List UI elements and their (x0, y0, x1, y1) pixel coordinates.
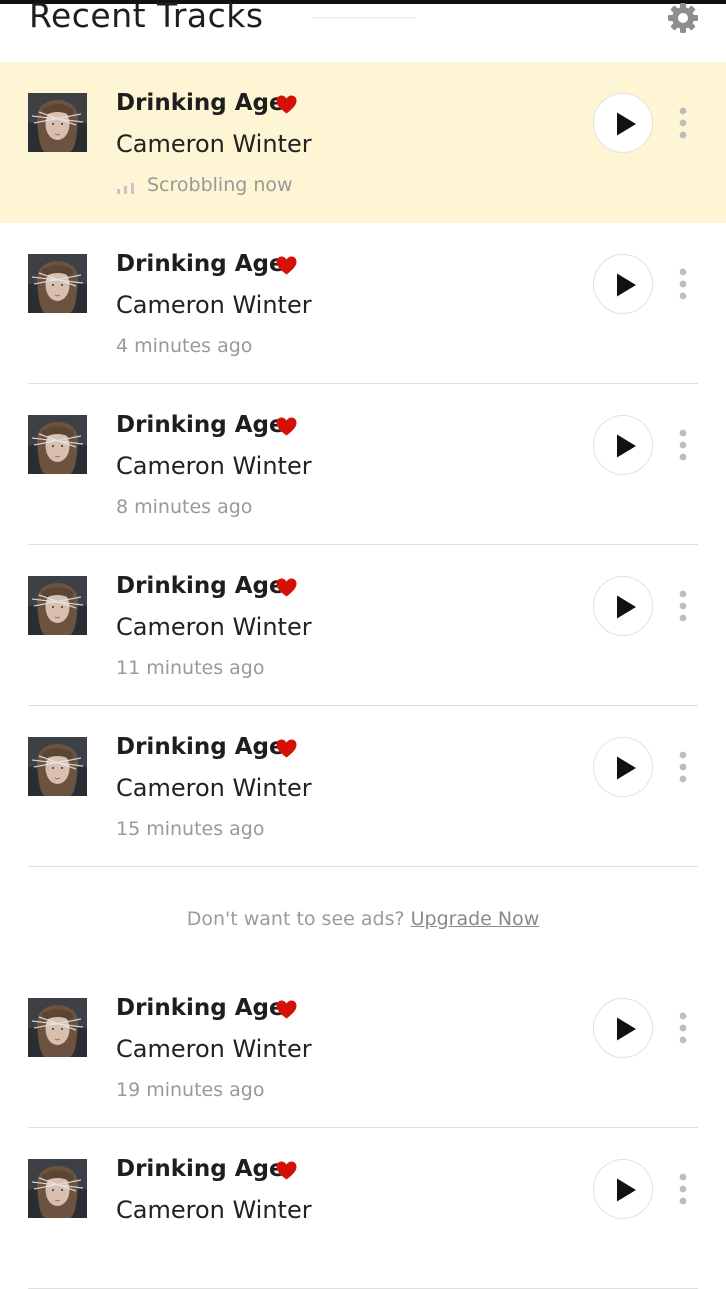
track-title[interactable]: Drinking Age (116, 412, 285, 438)
tracks-group: Drinking Age Cameron Winter Scrobbling n… (0, 62, 726, 867)
upgrade-now-link[interactable]: Upgrade Now (411, 908, 540, 930)
album-art[interactable] (28, 998, 87, 1057)
album-art[interactable] (28, 737, 87, 796)
heart-icon[interactable] (276, 578, 297, 597)
timestamp: Scrobbling now (147, 174, 293, 196)
tracks-group: Drinking Age Cameron Winter 19 minutes a… (0, 967, 726, 1289)
play-button[interactable] (593, 415, 653, 475)
heart-icon[interactable] (276, 739, 297, 758)
page-title: Recent Tracks (29, 0, 264, 35)
timestamp: 19 minutes ago (116, 1079, 265, 1101)
scrobble-bars-icon (117, 183, 134, 194)
play-button[interactable] (593, 737, 653, 797)
more-vertical-icon[interactable] (674, 106, 692, 140)
more-vertical-icon[interactable] (674, 428, 692, 462)
play-button[interactable] (593, 93, 653, 153)
timestamp: 15 minutes ago (116, 818, 265, 840)
artist-name[interactable]: Cameron Winter (116, 291, 312, 319)
play-icon (617, 112, 636, 136)
timestamp: 8 minutes ago (116, 496, 253, 518)
more-vertical-icon[interactable] (674, 1172, 692, 1206)
play-icon (617, 756, 636, 780)
play-icon (617, 1017, 636, 1041)
play-icon (617, 434, 636, 458)
play-button[interactable] (593, 998, 653, 1058)
album-art[interactable] (28, 576, 87, 635)
more-vertical-icon[interactable] (674, 589, 692, 623)
page-header: Recent Tracks (0, 0, 726, 62)
track-title[interactable]: Drinking Age (116, 573, 285, 599)
heart-icon[interactable] (276, 95, 297, 114)
gear-icon[interactable] (667, 2, 699, 34)
play-button[interactable] (593, 576, 653, 636)
track-row[interactable]: Drinking Age Cameron Winter 8 minutes ag… (0, 384, 726, 545)
album-art[interactable] (28, 1159, 87, 1218)
heart-icon[interactable] (276, 417, 297, 436)
play-button[interactable] (593, 1159, 653, 1219)
track-row[interactable]: Drinking Age Cameron Winter (0, 1128, 726, 1289)
artist-name[interactable]: Cameron Winter (116, 613, 312, 641)
heart-icon[interactable] (276, 256, 297, 275)
artist-name[interactable]: Cameron Winter (116, 452, 312, 480)
album-art[interactable] (28, 93, 87, 152)
artist-name[interactable]: Cameron Winter (116, 130, 312, 158)
recent-tracks-list: Drinking Age Cameron Winter Scrobbling n… (0, 62, 726, 1289)
artist-name[interactable]: Cameron Winter (116, 774, 312, 802)
track-row[interactable]: Drinking Age Cameron Winter 11 minutes a… (0, 545, 726, 706)
timestamp: 4 minutes ago (116, 335, 253, 357)
heart-icon[interactable] (276, 1000, 297, 1019)
header-divider (312, 17, 416, 19)
album-art[interactable] (28, 254, 87, 313)
more-vertical-icon[interactable] (674, 267, 692, 301)
track-title[interactable]: Drinking Age (116, 995, 285, 1021)
track-row-now-playing[interactable]: Drinking Age Cameron Winter Scrobbling n… (0, 62, 726, 223)
play-button[interactable] (593, 254, 653, 314)
more-vertical-icon[interactable] (674, 750, 692, 784)
timestamp: 11 minutes ago (116, 657, 265, 679)
track-row[interactable]: Drinking Age Cameron Winter 4 minutes ag… (0, 223, 726, 384)
track-row[interactable]: Drinking Age Cameron Winter 15 minutes a… (0, 706, 726, 867)
artist-name[interactable]: Cameron Winter (116, 1035, 312, 1063)
play-icon (617, 273, 636, 297)
track-title[interactable]: Drinking Age (116, 251, 285, 277)
more-vertical-icon[interactable] (674, 1011, 692, 1045)
album-art[interactable] (28, 415, 87, 474)
heart-icon[interactable] (276, 1161, 297, 1180)
track-title[interactable]: Drinking Age (116, 90, 285, 116)
track-title[interactable]: Drinking Age (116, 1156, 285, 1182)
ad-banner: Don't want to see ads? Upgrade Now (0, 867, 726, 967)
track-title[interactable]: Drinking Age (116, 734, 285, 760)
ad-text: Don't want to see ads? (186, 908, 405, 930)
play-icon (617, 1178, 636, 1202)
track-row[interactable]: Drinking Age Cameron Winter 19 minutes a… (0, 967, 726, 1128)
artist-name[interactable]: Cameron Winter (116, 1196, 312, 1224)
play-icon (617, 595, 636, 619)
